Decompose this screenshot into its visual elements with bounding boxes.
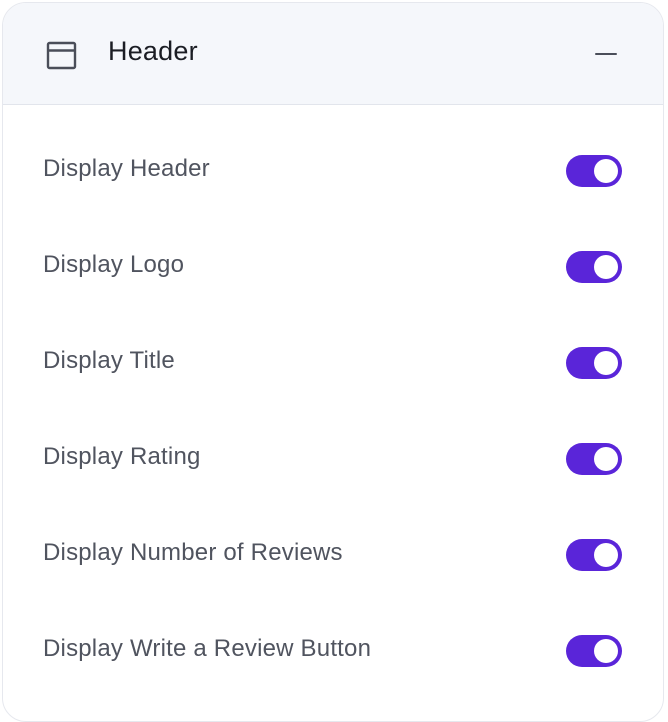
toggle-row-display-number-of-reviews: Display Number of Reviews: [3, 507, 663, 603]
collapse-button[interactable]: [591, 39, 621, 69]
toggle-row-display-write-review-button: Display Write a Review Button: [3, 603, 663, 699]
toggle-row-display-header: Display Header: [3, 123, 663, 219]
toggle-label: Display Header: [43, 155, 210, 182]
display-title-toggle[interactable]: [566, 347, 622, 379]
toggle-row-display-rating: Display Rating: [3, 411, 663, 507]
display-logo-toggle[interactable]: [566, 251, 622, 283]
toggle-label: Display Write a Review Button: [43, 635, 372, 662]
toggle-knob: [594, 159, 618, 183]
toggle-knob: [594, 447, 618, 471]
display-number-of-reviews-toggle[interactable]: [566, 539, 622, 571]
toggle-label: Display Number of Reviews: [43, 539, 343, 566]
toggle-label: Display Rating: [43, 443, 201, 470]
toggle-row-display-title: Display Title: [3, 315, 663, 411]
toggle-knob: [594, 639, 618, 663]
toggle-knob: [594, 255, 618, 279]
minus-icon: [595, 52, 617, 56]
toggle-label: Display Logo: [43, 251, 185, 278]
display-write-review-button-toggle[interactable]: [566, 635, 622, 667]
toggle-label: Display Title: [43, 347, 175, 374]
header-settings-panel: Header Display Header Display Logo Displ…: [2, 2, 664, 722]
toggle-list: Display Header Display Logo Display Titl…: [3, 123, 663, 699]
toggle-row-display-logo: Display Logo: [3, 219, 663, 315]
display-header-toggle[interactable]: [566, 155, 622, 187]
section-header[interactable]: Header: [3, 3, 663, 105]
toggle-knob: [594, 543, 618, 567]
layout-header-icon: [46, 41, 78, 71]
section-title: Header: [108, 36, 198, 66]
display-rating-toggle[interactable]: [566, 443, 622, 475]
toggle-knob: [594, 351, 618, 375]
